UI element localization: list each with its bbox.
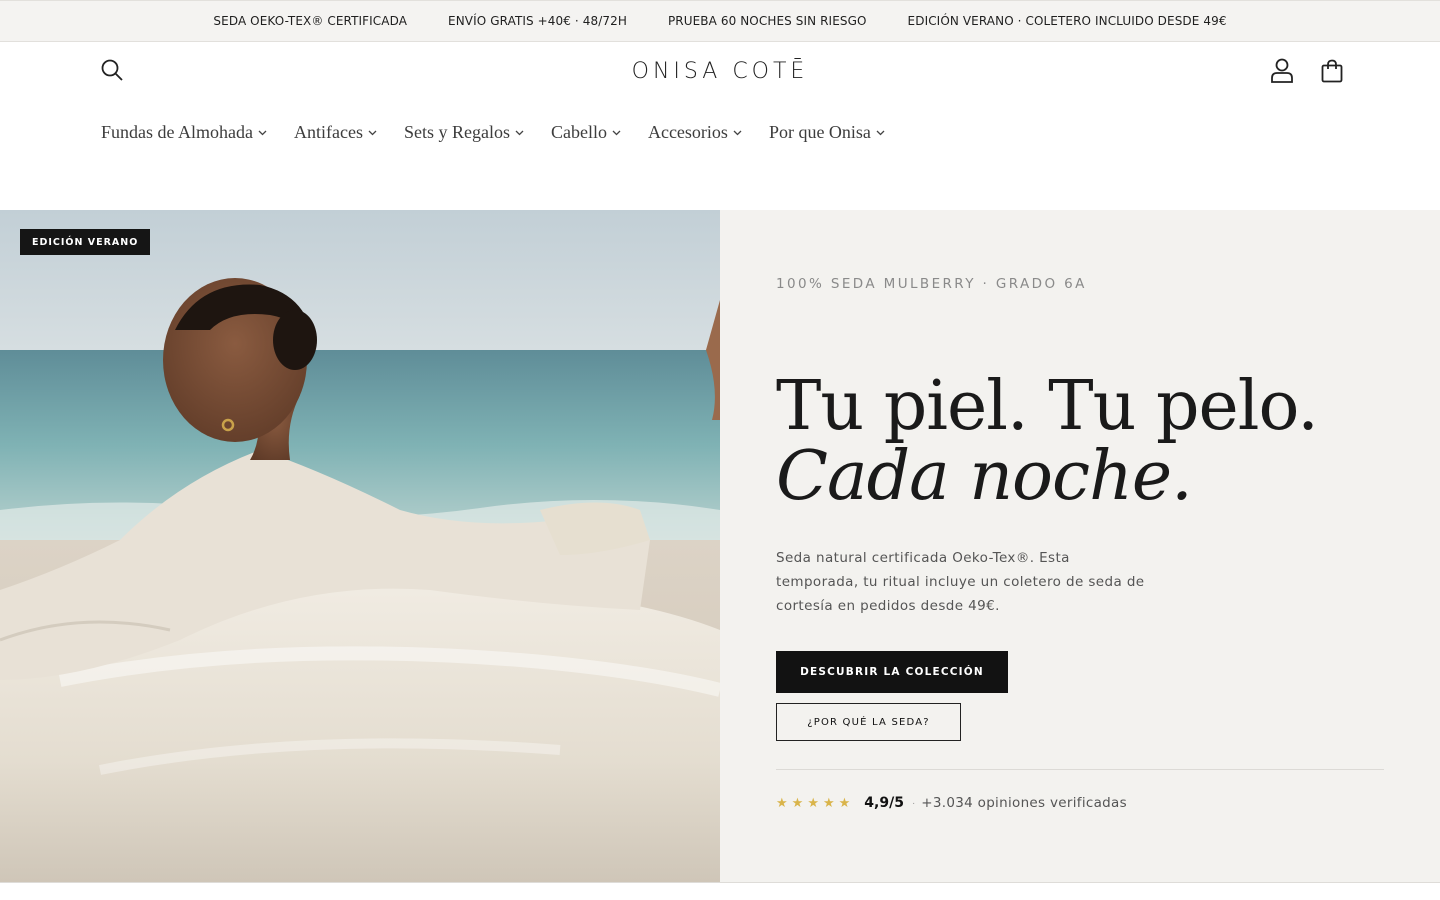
announcement-item: ENVÍO GRATIS +40€ · 48/72H	[448, 14, 627, 28]
nav-item-label: Sets y Regalos	[403, 122, 510, 142]
chevron-down-icon	[258, 130, 267, 136]
star-icon: ★	[791, 795, 804, 810]
announcement-item: SEDA OEKO-TEX® CERTIFICADA	[213, 14, 408, 28]
hero-eyebrow: 100% SEDA MULBERRY · GRADO 6A	[776, 276, 1087, 292]
chevron-down-icon	[876, 130, 885, 136]
nav-item-label: Fundas de Almohada	[101, 122, 253, 142]
star-icon: ★	[838, 795, 851, 810]
rating-reviews: +3.034 opiniones verificadas	[921, 795, 1127, 811]
announcement-bar: SEDA OEKO-TEX® CERTIFICADA ENVÍO GRATIS …	[0, 0, 1440, 42]
hero-image	[0, 210, 720, 882]
search-button[interactable]	[99, 57, 125, 83]
chevron-down-icon	[733, 130, 742, 136]
nav-item-accesorios[interactable]: Accesorios	[648, 122, 742, 143]
rating-stars: ★ ★ ★ ★ ★	[776, 795, 850, 811]
hero-divider	[776, 769, 1384, 770]
nav-item-label: Antifaces	[293, 122, 363, 142]
nav-item-label: Por que Onisa	[768, 122, 871, 142]
rating-summary[interactable]: ★ ★ ★ ★ ★ 4,9/5 · +3.034 opiniones verif…	[776, 795, 1127, 811]
user-icon	[1271, 58, 1293, 83]
hero-badge: EDICIÓN VERANO	[20, 229, 151, 255]
hero-body: Seda natural certificada Oeko-Tex®. Esta…	[776, 550, 1145, 614]
section-divider	[0, 882, 1440, 883]
hero-title-line2: Cada noche.	[776, 437, 1193, 516]
hero-photo-illustration	[0, 210, 720, 882]
why-silk-button[interactable]: ¿POR QUÉ LA SEDA?	[776, 703, 961, 741]
bag-icon	[1321, 59, 1343, 83]
chevron-down-icon	[612, 130, 621, 136]
chevron-down-icon	[368, 130, 377, 136]
chevron-down-icon	[515, 130, 524, 136]
nav-item-sets[interactable]: Sets y Regalos	[404, 122, 524, 143]
nav-item-fundas[interactable]: Fundas de Almohada	[101, 122, 267, 143]
nav-item-antifaces[interactable]: Antifaces	[294, 122, 377, 143]
star-icon: ★	[822, 795, 835, 810]
hero-title-line1: Tu piel. Tu pelo.	[776, 367, 1319, 446]
star-icon: ★	[807, 795, 819, 810]
cart-button[interactable]	[1318, 57, 1346, 85]
announcement-item: EDICIÓN VERANO · COLETERO INCLUIDO DESDE…	[907, 14, 1227, 28]
hero-title: Tu piel. Tu pelo. Cada noche.	[776, 372, 1319, 516]
nav-item-label: Accesorios	[647, 122, 728, 142]
nav-item-label: Cabello	[550, 122, 607, 142]
announcement-item: PRUEBA 60 NOCHES SIN RIESGO	[667, 14, 867, 28]
rating-separator: ·	[911, 797, 916, 809]
star-icon: ★	[776, 795, 788, 810]
account-button[interactable]	[1268, 56, 1296, 84]
main-nav: Fundas de Almohada Antifaces Sets y Rega…	[101, 122, 885, 143]
nav-item-cabello[interactable]: Cabello	[551, 122, 621, 143]
search-icon	[101, 59, 123, 81]
rating-score: 4,9/5	[864, 795, 904, 811]
nav-item-por-que-onisa[interactable]: Por que Onisa	[769, 122, 885, 143]
brand-logo[interactable]: ONISA COTĒ	[630, 56, 810, 86]
discover-collection-button[interactable]: DESCUBRIR LA COLECCIÓN	[776, 651, 1008, 693]
